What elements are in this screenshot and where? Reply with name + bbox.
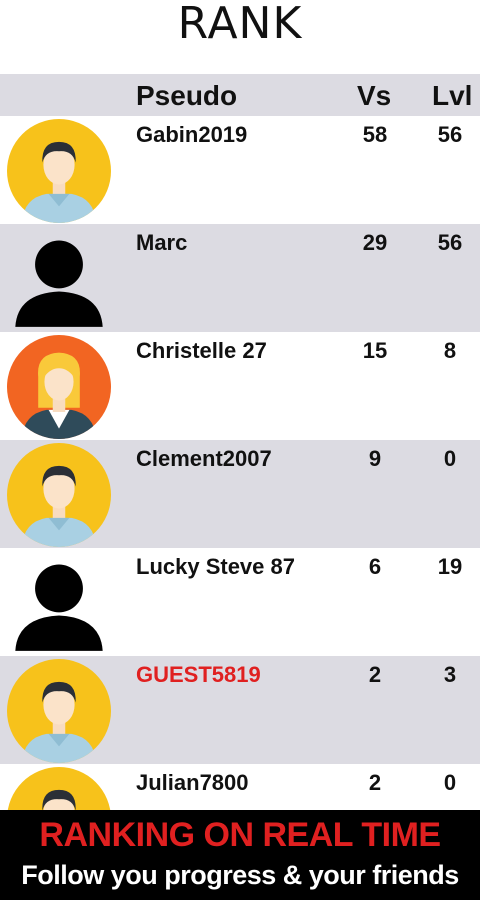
table-row-current-player[interactable]: GUEST5819 2 3	[0, 656, 480, 764]
player-vs: 2	[368, 662, 382, 687]
player-vs: 6	[368, 554, 382, 579]
column-header-vs: Vs	[357, 80, 392, 111]
man-avatar-icon	[7, 443, 111, 547]
player-lvl: 19	[437, 554, 463, 579]
player-name: Lucky Steve 87	[136, 554, 295, 579]
banner-headline: RANKING ON REAL TIME	[39, 816, 441, 854]
player-name: Clement2007	[136, 446, 272, 471]
table-header: Pseudo Vs Lvl	[0, 74, 480, 116]
column-header-lvl: Lvl	[432, 80, 473, 111]
woman-avatar-icon	[7, 335, 111, 439]
player-name: Marc	[136, 230, 188, 255]
player-lvl: 56	[437, 122, 463, 147]
player-lvl: 8	[443, 338, 457, 363]
player-vs: 15	[362, 338, 388, 363]
banner-subline: Follow you progress & your friends	[21, 860, 459, 890]
player-lvl: 56	[437, 230, 463, 255]
man-avatar-icon	[7, 767, 111, 810]
player-name: Gabin2019	[136, 122, 248, 147]
player-name: Christelle 27	[136, 338, 267, 363]
table-row[interactable]: Lucky Steve 87 6 19	[0, 548, 480, 656]
player-vs: 29	[362, 230, 388, 255]
player-lvl: 0	[443, 446, 457, 471]
player-lvl: 3	[443, 662, 457, 687]
man-avatar-icon	[7, 119, 111, 223]
silhouette-avatar-icon	[7, 551, 111, 655]
player-name: GUEST5819	[136, 662, 261, 687]
table-row[interactable]: Clement2007 9 0	[0, 440, 480, 548]
table-row[interactable]: Gabin2019 58 56	[0, 116, 480, 224]
table-row[interactable]: Marc 29 56	[0, 224, 480, 332]
player-vs: 9	[368, 446, 382, 471]
table-row[interactable]: Christelle 27 15 8	[0, 332, 480, 440]
player-vs: 2	[368, 770, 382, 795]
silhouette-avatar-icon	[7, 227, 111, 331]
man-avatar-icon	[7, 659, 111, 763]
promo-banner: RANKING ON REAL TIME Follow you progress…	[0, 810, 480, 900]
player-lvl: 0	[443, 770, 457, 795]
column-header-pseudo: Pseudo	[136, 80, 238, 111]
ranking-list[interactable]: Gabin2019 58 56 Marc 29 56 Christelle 27…	[0, 116, 480, 810]
player-name: Julian7800	[136, 770, 249, 795]
page-title: RANK	[177, 0, 303, 49]
player-vs: 58	[362, 122, 388, 147]
table-row[interactable]: Julian7800 2 0	[0, 764, 480, 810]
